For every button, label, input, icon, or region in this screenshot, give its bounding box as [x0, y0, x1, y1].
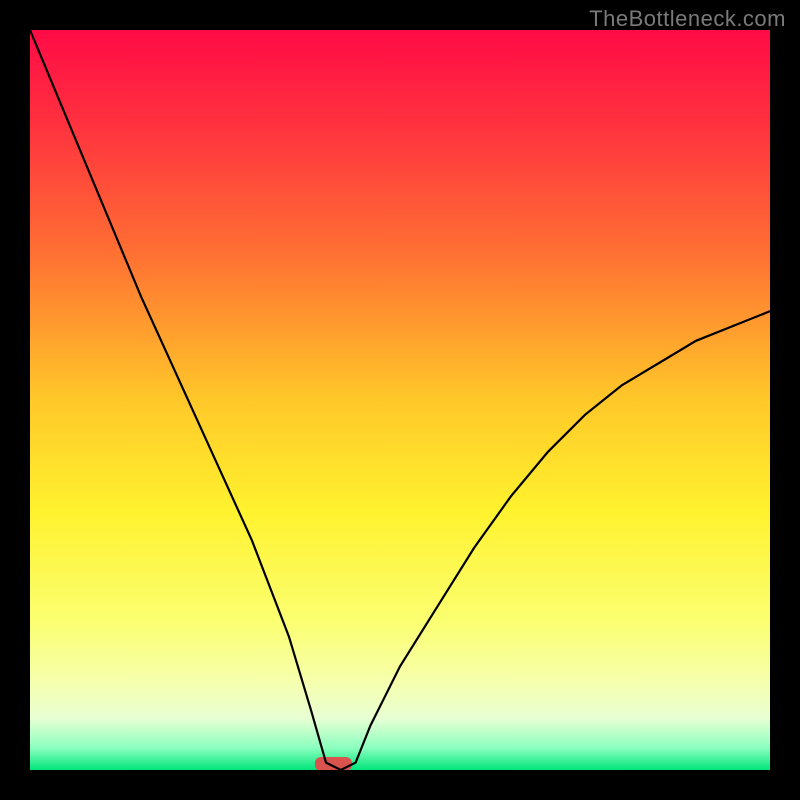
chart-frame: TheBottleneck.com [0, 0, 800, 800]
plot-svg [30, 30, 770, 770]
watermark-label: TheBottleneck.com [589, 6, 786, 32]
plot-area [30, 30, 770, 770]
gradient-background [30, 30, 770, 770]
